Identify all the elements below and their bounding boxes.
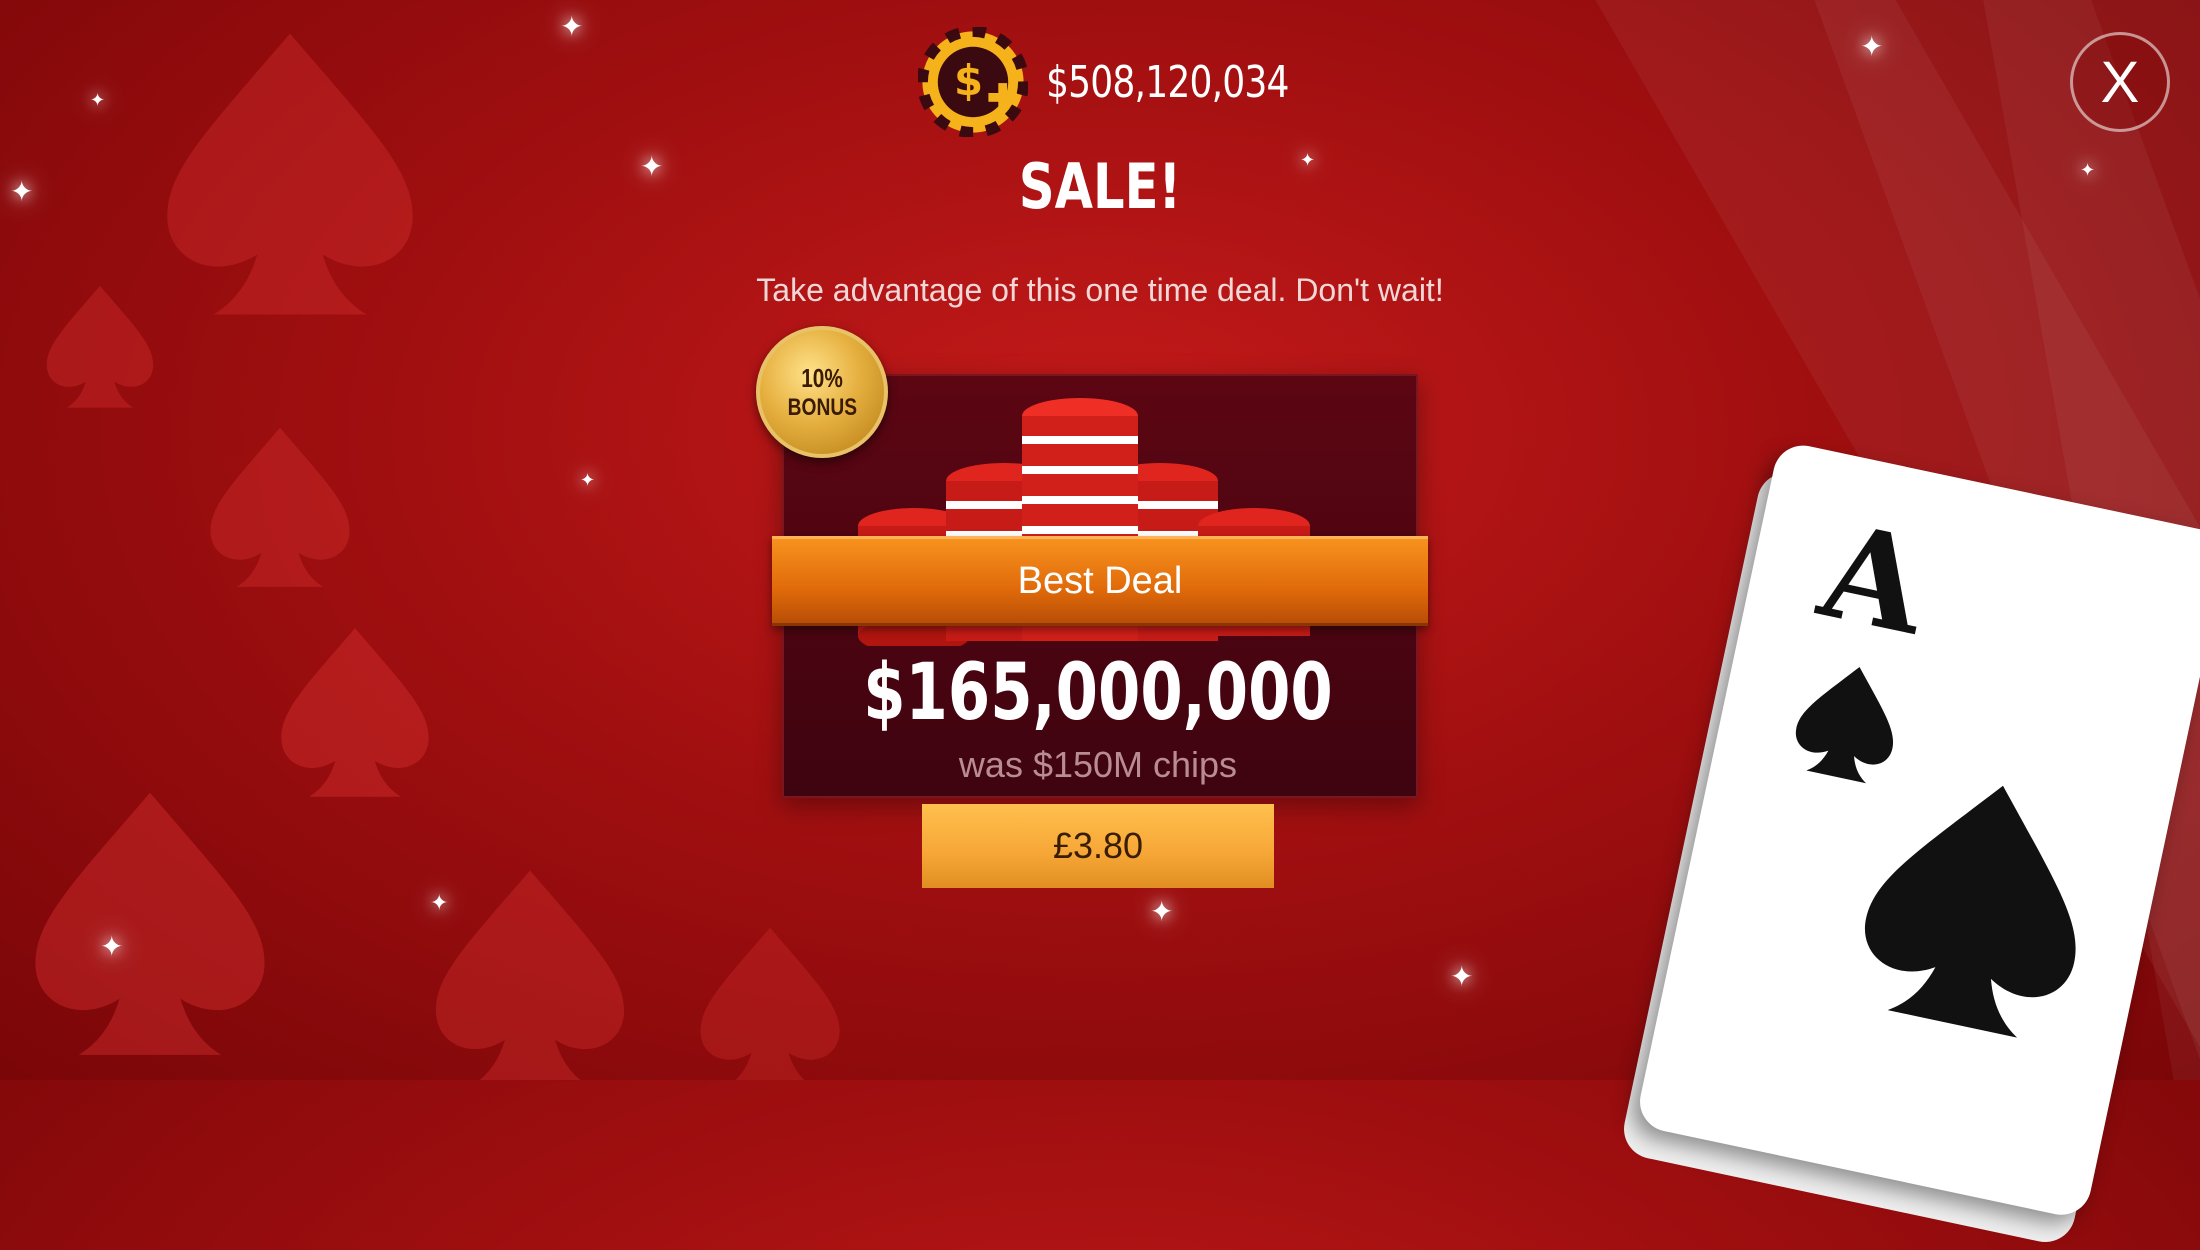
spade-decor-icon bbox=[20, 780, 280, 1060]
balance-amount: $508,120,034 bbox=[1046, 56, 1289, 108]
sparkle-icon: ✦ bbox=[430, 890, 449, 915]
sparkle-icon: ✦ bbox=[1450, 961, 1474, 992]
spade-decor-icon bbox=[200, 420, 360, 590]
bonus-percent: 10% bbox=[801, 362, 843, 393]
offer-subtitle: Take advantage of this one time deal. Do… bbox=[756, 272, 1444, 308]
sparkle-icon: ✦ bbox=[100, 931, 124, 962]
sparkle-icon: ✦ bbox=[1150, 896, 1174, 927]
sparkle-icon: ✦ bbox=[560, 11, 584, 42]
sparkle-icon: ✦ bbox=[10, 176, 34, 207]
sparkle-icon: ✦ bbox=[90, 90, 106, 110]
close-button[interactable]: X bbox=[2070, 32, 2170, 132]
bonus-badge: 10% BONUS bbox=[756, 326, 888, 458]
close-icon: X bbox=[2100, 49, 2140, 115]
buy-button[interactable]: £3.80 bbox=[922, 804, 1274, 888]
sparkle-icon: ✦ bbox=[2080, 160, 2096, 180]
svg-text:$: $ bbox=[954, 56, 983, 105]
bonus-label: BONUS bbox=[787, 393, 857, 421]
dollar-chip-plus-icon: $ bbox=[918, 27, 1028, 137]
spade-decor-icon bbox=[680, 920, 860, 1080]
sparkle-icon: ✦ bbox=[1860, 31, 1884, 62]
previous-amount: was $150M chips bbox=[958, 744, 1238, 785]
chip-balance[interactable]: $ $508,120,034 bbox=[918, 24, 1342, 140]
page-title: SALE! bbox=[1018, 150, 1182, 223]
chip-amount: $165,000,000 bbox=[863, 648, 1333, 738]
sparkle-icon: ✦ bbox=[580, 470, 596, 490]
best-deal-ribbon: Best Deal bbox=[772, 536, 1428, 626]
spade-decor-icon bbox=[420, 860, 640, 1080]
spade-decor-icon bbox=[270, 620, 440, 800]
